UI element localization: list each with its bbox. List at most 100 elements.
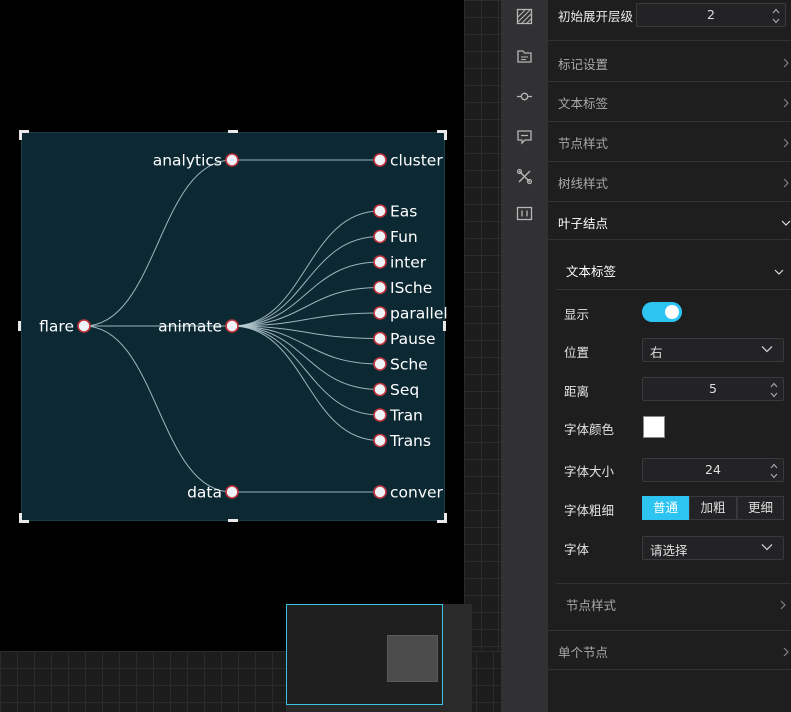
- position-select[interactable]: 右: [642, 338, 784, 362]
- section-single-node[interactable]: 单个节点: [548, 630, 791, 670]
- tree-label-leaf: Fun: [390, 228, 418, 246]
- tree-label-leaf: Trans: [389, 432, 431, 450]
- label-icon[interactable]: [516, 128, 533, 145]
- tree-node-leaf[interactable]: [373, 153, 387, 167]
- leaf-text-label-title: 文本标签: [566, 264, 617, 279]
- initial-level-label: 初始展开层级: [558, 9, 634, 24]
- section-node-style-label: 节点样式: [558, 136, 609, 151]
- tree-node-leaf[interactable]: [373, 306, 387, 320]
- font-family-select[interactable]: 请选择: [642, 536, 784, 560]
- tree-label-leaf: ISche: [390, 279, 432, 297]
- tree-node-leaf[interactable]: [373, 408, 387, 422]
- tree-label-leaf: inter: [390, 254, 427, 272]
- stepper-arrows[interactable]: [767, 378, 781, 400]
- tree-label-branch: data: [187, 484, 222, 502]
- app-root: flare analytics cluster animate Eas Fun inter I…: [0, 0, 791, 712]
- section-marker[interactable]: 标记设置: [548, 40, 791, 82]
- distance-stepper[interactable]: 5: [642, 377, 784, 401]
- tree-label-root: flare: [39, 318, 74, 336]
- toggle-knob: [665, 305, 679, 319]
- tree-link: [231, 287, 381, 327]
- tree-link: [83, 325, 233, 493]
- tree-node-leaf[interactable]: [373, 357, 387, 371]
- chevron-up-icon[interactable]: [770, 463, 778, 469]
- stepper-arrows[interactable]: [769, 4, 783, 26]
- tree-label-leaf: Tran: [389, 407, 423, 425]
- leaf-node-style-label: 节点样式: [566, 598, 617, 613]
- section-text-label-label: 文本标签: [558, 96, 609, 111]
- tree-node-branch[interactable]: [225, 485, 239, 499]
- minimap-viewport[interactable]: [387, 635, 438, 682]
- leaf-node-style-row[interactable]: 节点样式: [556, 583, 791, 623]
- tree-node-leaf[interactable]: [373, 331, 387, 346]
- font-weight-lighter[interactable]: 更细: [737, 496, 784, 520]
- section-single-node-label: 单个节点: [558, 645, 609, 660]
- chevron-down-icon[interactable]: [770, 473, 778, 479]
- chevron-down-icon[interactable]: [772, 18, 780, 24]
- tree-node-leaf[interactable]: [373, 433, 387, 448]
- chevron-up-icon[interactable]: [770, 382, 778, 388]
- tools-icon[interactable]: [516, 168, 533, 185]
- leaf-text-label-header[interactable]: 文本标签: [556, 250, 791, 290]
- chevron-up-icon[interactable]: [772, 8, 780, 14]
- show-label: 显示: [564, 307, 590, 322]
- tree-node-leaf[interactable]: [373, 382, 387, 397]
- font-family-placeholder: 请选择: [650, 543, 688, 558]
- texture-icon[interactable]: [516, 8, 533, 25]
- node-line-icon[interactable]: [516, 88, 533, 105]
- tree-node-leaf[interactable]: [373, 485, 387, 499]
- section-node-style[interactable]: 节点样式: [548, 122, 791, 162]
- position-value: 右: [650, 345, 663, 360]
- chevron-down-icon: [781, 216, 791, 226]
- distance-value: 5: [709, 381, 717, 396]
- font-size-stepper[interactable]: 24: [642, 458, 784, 482]
- minimap-frame: [286, 604, 443, 705]
- tree-link: [83, 159, 233, 327]
- font-weight-label: 字体粗细: [564, 503, 615, 518]
- chevron-down-icon: [761, 544, 773, 551]
- chevron-right-icon: [781, 176, 791, 188]
- tree-label-leaf: conver: [390, 484, 444, 502]
- initial-level-stepper[interactable]: 2: [636, 3, 786, 27]
- tree-node-branch[interactable]: [225, 153, 239, 167]
- settings-panel: 初始展开层级 2 标记设置 文本标签 节点样式 树线样式 叶子结点 文本标签 显…: [548, 0, 791, 712]
- tree-node-branch[interactable]: [225, 319, 239, 333]
- font-weight-normal[interactable]: 普通: [642, 496, 689, 520]
- stepper-arrows[interactable]: [767, 459, 781, 481]
- tree-node-leaf[interactable]: [373, 280, 387, 295]
- font-weight-bold[interactable]: 加粗: [689, 496, 737, 520]
- leaf-icon[interactable]: [516, 205, 533, 222]
- tree-label-leaf: parallel: [390, 305, 448, 323]
- panel-icon-strip: [501, 0, 548, 712]
- tree-node-leaf[interactable]: [373, 229, 387, 244]
- font-color-label: 字体颜色: [564, 422, 615, 437]
- tree-link: [231, 210, 381, 327]
- section-tree-line[interactable]: 树线样式: [548, 162, 791, 202]
- chevron-right-icon: [781, 645, 791, 657]
- chevron-down-icon: [761, 346, 773, 353]
- chevron-right-icon: [778, 598, 788, 610]
- section-leaf[interactable]: 叶子结点: [548, 202, 791, 240]
- tree-label-leaf: cluster: [390, 152, 443, 170]
- tree-node-leaf[interactable]: [373, 204, 387, 218]
- position-label: 位置: [564, 345, 590, 360]
- chevron-down-icon: [774, 265, 784, 275]
- font-family-label: 字体: [564, 542, 590, 557]
- tree-label-leaf: Pause: [390, 330, 436, 348]
- tree-node-leaf[interactable]: [373, 255, 387, 269]
- chevron-down-icon[interactable]: [770, 392, 778, 398]
- editor-canvas[interactable]: flare analytics cluster animate Eas Fun inter I…: [0, 0, 501, 712]
- show-toggle[interactable]: [642, 302, 682, 322]
- tree-node-root[interactable]: [77, 319, 91, 333]
- layout-icon[interactable]: [516, 48, 533, 65]
- tree-link: [231, 236, 381, 327]
- section-text-label[interactable]: 文本标签: [548, 82, 791, 122]
- font-size-label: 字体大小: [564, 464, 615, 479]
- tree-label-leaf: Eas: [390, 203, 417, 221]
- font-size-value: 24: [705, 462, 721, 477]
- section-marker-label: 标记设置: [558, 57, 609, 72]
- minimap[interactable]: [286, 604, 472, 712]
- tree-link: [231, 325, 381, 416]
- font-color-swatch[interactable]: [643, 416, 665, 438]
- tree-link: [231, 325, 381, 390]
